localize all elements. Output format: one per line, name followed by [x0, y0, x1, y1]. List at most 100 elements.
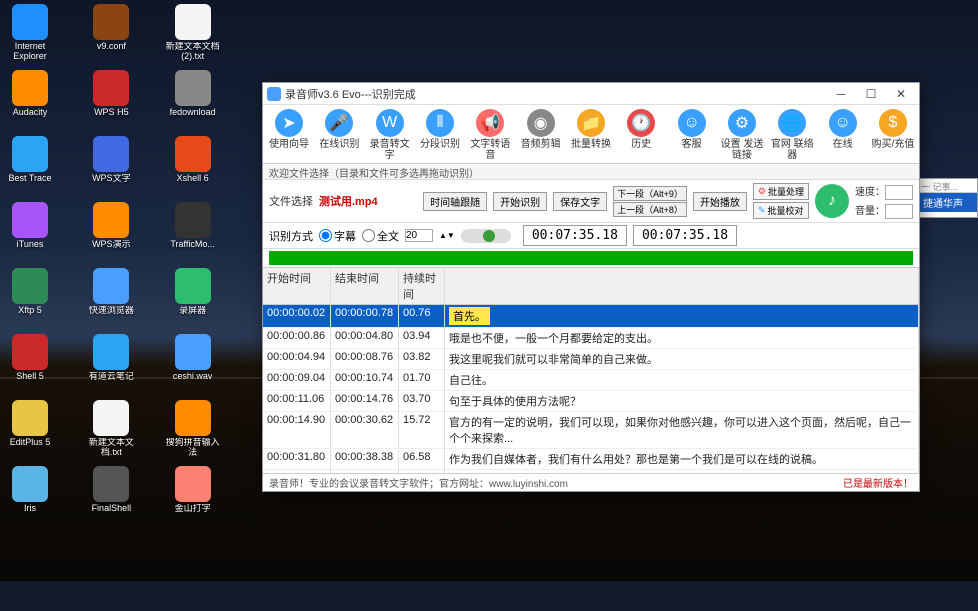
app-icon: [12, 466, 48, 502]
speed-input[interactable]: [885, 185, 913, 200]
close-button[interactable]: ✕: [887, 85, 915, 103]
toolbar-icon: ☺: [678, 109, 706, 137]
table-row[interactable]: 00:00:31.8000:00:38.3806.58作为我们自媒体者，我们有什…: [263, 449, 919, 470]
cell-text: 首先。: [445, 305, 919, 327]
toolbar-button[interactable]: $购买/充值: [869, 109, 917, 161]
desktop-icon[interactable]: ceshi.wav: [165, 334, 221, 398]
table-row[interactable]: 00:00:14.9000:00:30.6215.72官方的有一定的说明，我们可…: [263, 412, 919, 449]
desktop-icon[interactable]: WPS演示: [83, 202, 139, 266]
desktop-icon[interactable]: Audacity: [2, 70, 58, 134]
app-icon: [93, 70, 129, 106]
maximize-button[interactable]: ☐: [857, 85, 885, 103]
desktop-icon[interactable]: 快速浏览器: [83, 268, 139, 332]
icon-label: 金山打字: [175, 504, 211, 514]
toolbar-button[interactable]: 🌐官网 联络器: [768, 109, 816, 161]
cell-duration: 03.94: [399, 328, 445, 348]
cell-end: 00:00:10.74: [331, 370, 399, 390]
timeline-follow-button[interactable]: 时间轴跟随: [423, 192, 487, 211]
toolbar-button[interactable]: 🎤在线识别: [315, 109, 363, 161]
progress-bar[interactable]: [269, 251, 913, 265]
desktop-icon[interactable]: TrafficMo...: [165, 202, 221, 266]
app-icon: [12, 4, 48, 40]
threshold-slider[interactable]: [461, 229, 511, 243]
icon-label: Internet Explorer: [2, 42, 58, 62]
desktop-icon[interactable]: Xshell 6: [165, 136, 221, 200]
desktop-icon[interactable]: Best Trace: [2, 136, 58, 200]
bg-tab[interactable]: 捷通华声: [919, 193, 977, 212]
toolbar-button[interactable]: ◉音频剪辑: [517, 109, 565, 161]
volume-input[interactable]: [885, 204, 913, 219]
prev-segment-button[interactable]: 上一段（Alt+8）: [613, 202, 687, 217]
toolbar-button[interactable]: W录音转文字: [366, 109, 414, 161]
desktop-icon[interactable]: v9.conf: [83, 4, 139, 68]
toolbar-button[interactable]: ☺在线: [819, 109, 867, 161]
volume-label: 音量：: [855, 206, 885, 217]
subtitle-radio[interactable]: 字幕: [319, 228, 356, 244]
cell-duration: 01.70: [399, 370, 445, 390]
desktop-icon[interactable]: fedownload: [165, 70, 221, 134]
toolbar-icon: ⚙: [728, 109, 756, 137]
col-text[interactable]: [445, 268, 919, 304]
app-icon: [12, 70, 48, 106]
desktop-icon[interactable]: 新建文本文档.txt: [83, 400, 139, 464]
toolbar-icon: W: [376, 109, 404, 137]
desktop-icon[interactable]: 新建文本文档(2).txt: [165, 4, 221, 68]
desktop-icon[interactable]: 录屏器: [165, 268, 221, 332]
play-icon[interactable]: ♪: [815, 184, 849, 218]
col-start[interactable]: 开始时间: [263, 268, 331, 304]
desktop-icon[interactable]: 有道云笔记: [83, 334, 139, 398]
desktop-icon[interactable]: FinalShell: [83, 466, 139, 530]
app-icon: [93, 4, 129, 40]
toolbar-button[interactable]: ⚙设置 发送链接: [718, 109, 766, 161]
toolbar-button[interactable]: ➤使用向导: [265, 109, 313, 161]
next-segment-button[interactable]: 下一段（Alt+9）: [613, 186, 687, 201]
col-duration[interactable]: 持续时间: [399, 268, 445, 304]
segment-number-input[interactable]: [405, 229, 433, 242]
transcript-table[interactable]: 00:00:00.0200:00:00.7800.76首先。00:00:00.8…: [263, 305, 919, 473]
start-play-button[interactable]: 开始播放: [693, 192, 747, 211]
toolbar-button[interactable]: 📢文字转语音: [466, 109, 514, 161]
desktop-icon[interactable]: Shell 5: [2, 334, 58, 398]
toolbar-button[interactable]: 📁批量转换: [567, 109, 615, 161]
start-recognize-button[interactable]: 开始识别: [493, 192, 547, 211]
desktop-icon[interactable]: 搜狗拼音输入法: [165, 400, 221, 464]
desktop-icon[interactable]: iTunes: [2, 202, 58, 266]
batch-proof-button[interactable]: ✎批量校对: [753, 202, 809, 219]
cell-start: 00:00:00.02: [263, 305, 331, 327]
table-row[interactable]: 00:00:09.0400:00:10.7401.70自己往。: [263, 370, 919, 391]
desktop-icon[interactable]: Internet Explorer: [2, 4, 58, 68]
desktop-icon[interactable]: WPS H5: [83, 70, 139, 134]
icon-label: 新建文本文档(2).txt: [165, 42, 221, 62]
save-text-button[interactable]: 保存文字: [553, 192, 607, 211]
desktop-icon[interactable]: WPS文字: [83, 136, 139, 200]
app-icon: [175, 466, 211, 502]
col-end[interactable]: 结束时间: [331, 268, 399, 304]
table-row[interactable]: 00:00:04.9400:00:08.7603.82我这里呢我们就可以非常简单…: [263, 349, 919, 370]
desktop-icon[interactable]: Xftp 5: [2, 268, 58, 332]
toolbar-button[interactable]: 🕐历史: [617, 109, 665, 161]
table-row[interactable]: 00:00:11.0600:00:14.7603.70句至于具体的使用方法呢？: [263, 391, 919, 412]
table-row[interactable]: 00:00:00.0200:00:00.7800.76首先。: [263, 305, 919, 328]
app-icon: [12, 400, 48, 436]
minimize-button[interactable]: ─: [827, 85, 855, 103]
titlebar[interactable]: 录音师v3.6 Evo---识别完成 ─ ☐ ✕: [263, 83, 919, 105]
batch-process-button[interactable]: ⚙批量处理: [753, 183, 809, 200]
toolbar-button[interactable]: ⦀分段识别: [416, 109, 464, 161]
app-icon: [12, 268, 48, 304]
desktop-icon[interactable]: 金山打字: [165, 466, 221, 530]
fulltext-radio[interactable]: 全文: [362, 228, 399, 244]
cell-end: 00:00:30.62: [331, 412, 399, 448]
toolbar-label: 批量转换: [571, 139, 611, 150]
table-row[interactable]: 00:00:00.8600:00:04.8003.94哦是也不便，一般一个月都要…: [263, 328, 919, 349]
cell-end: 00:00:08.76: [331, 349, 399, 369]
stepper-up-icon[interactable]: ▲▼: [439, 231, 455, 240]
desktop-icon[interactable]: EditPlus 5: [2, 400, 58, 464]
toolbar-icon: 🕐: [627, 109, 655, 137]
toolbar-button[interactable]: ☺客服: [668, 109, 716, 161]
table-header: 开始时间 结束时间 持续时间: [263, 267, 919, 305]
desktop-icon[interactable]: Iris: [2, 466, 58, 530]
cell-duration: 06.58: [399, 449, 445, 469]
app-icon: [93, 466, 129, 502]
app-icon: [175, 400, 211, 436]
taskbar[interactable]: [0, 581, 978, 611]
